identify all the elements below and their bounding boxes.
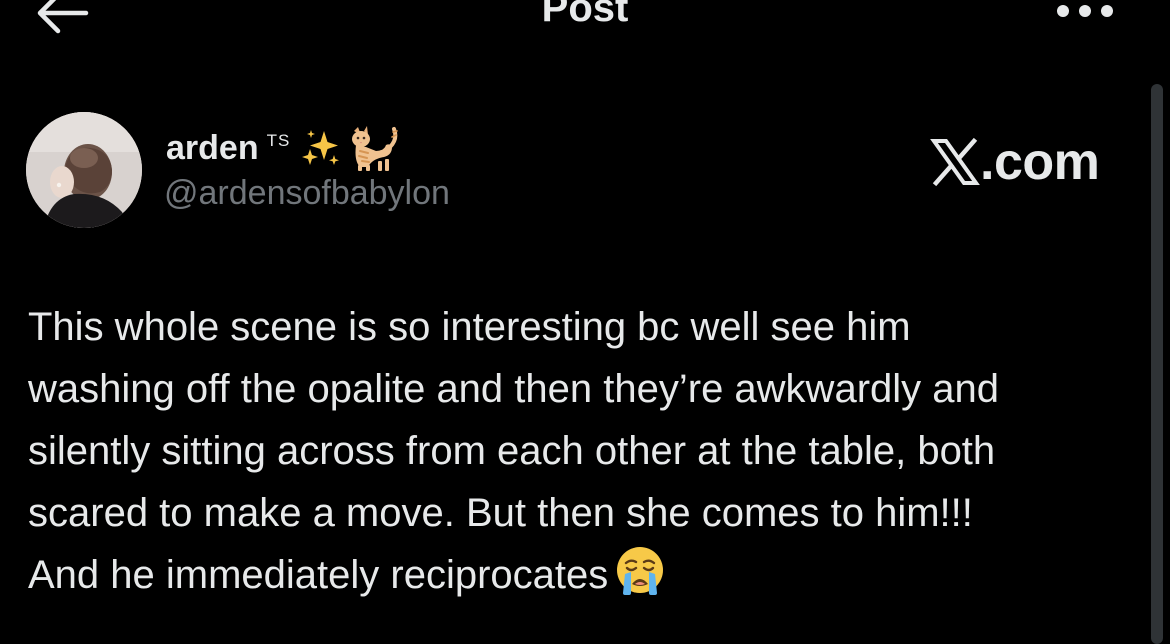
display-name[interactable]: arden [166, 129, 259, 168]
page-title: Post [541, 0, 629, 30]
sparkles-icon [302, 130, 340, 165]
avatar[interactable] [26, 112, 142, 228]
post-text-line: And he immediately reciprocates [28, 553, 609, 597]
post-text-line: scared to make a move. But then she come… [28, 491, 973, 535]
cat-icon [352, 126, 399, 171]
post-text: This whole scene is so interesting bc we… [28, 296, 1148, 606]
top-bar: Post [0, 0, 1170, 48]
x-logo-icon [930, 137, 980, 187]
author-name-row: arden TS [166, 122, 400, 174]
post-text-line: silently sitting across from each other … [28, 429, 996, 473]
x-com-label: .com [980, 133, 1100, 191]
post-text-last-line: And he immediately reciprocates [28, 544, 1148, 606]
x-com-watermark: .com [930, 133, 1130, 191]
post-text-line: This whole scene is so interesting bc we… [28, 305, 911, 349]
username[interactable]: @ardensofbabylon [164, 174, 450, 213]
scrollbar[interactable] [1151, 84, 1163, 644]
more-options-button[interactable] [1052, 0, 1118, 26]
crying-face-icon [617, 547, 664, 595]
avatar-image [26, 112, 142, 228]
name-suffix: TS [266, 131, 291, 150]
post-text-line: washing off the opalite and then they’re… [28, 367, 999, 411]
more-horizontal-icon [1057, 5, 1113, 17]
